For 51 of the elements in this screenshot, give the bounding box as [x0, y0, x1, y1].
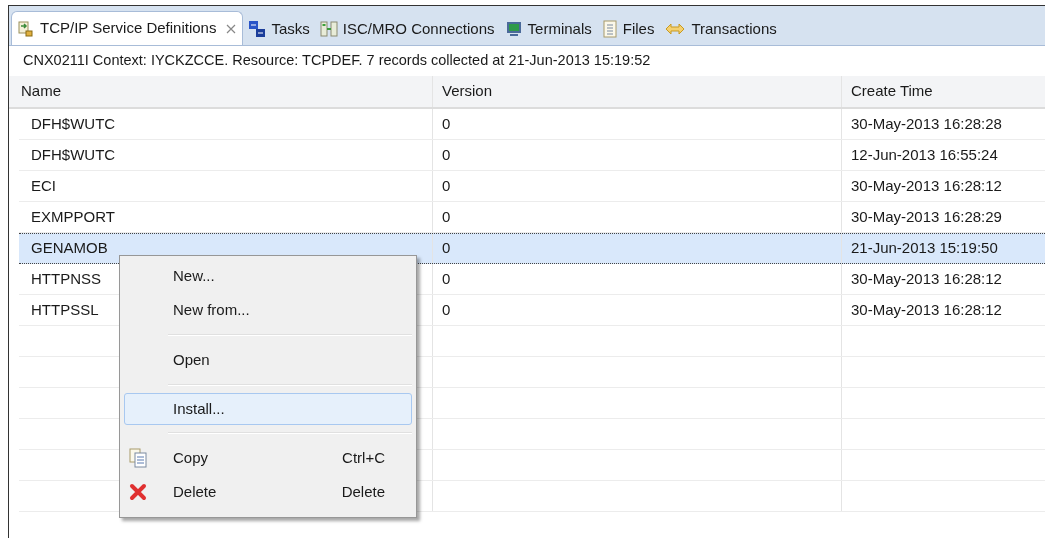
table-cell-text: 0: [442, 268, 451, 289]
table-cell-text: GENAMOB: [31, 238, 108, 259]
menu-item[interactable]: Copy Ctrl+C: [124, 441, 412, 475]
menu-item[interactable]: Install...: [124, 393, 412, 425]
table-cell-text: ECI: [31, 175, 56, 196]
table-cell-text: HTTPNSS: [31, 268, 101, 289]
column-header[interactable]: Create Time: [841, 76, 1045, 107]
tab[interactable]: ISC/MRO Connections: [314, 13, 500, 45]
table-cell-text: 30-May-2013 16:28:28: [851, 113, 1002, 134]
tab[interactable]: Tasks: [243, 13, 315, 45]
tab[interactable]: TCP/IP Service Definitions: [11, 11, 244, 45]
menu-item[interactable]: Delete Delete: [124, 475, 412, 509]
table-cell-text: 30-May-2013 16:28:29: [851, 206, 1002, 227]
shortcut-label: Ctrl+C: [342, 447, 385, 468]
table-cell-text: DFH$WUTC: [31, 113, 116, 134]
document-icon: [601, 20, 618, 38]
table-row[interactable]: DFH$WUTC 0 30-May-2013 16:28:28: [19, 109, 1045, 140]
shortcut-label: Delete: [341, 481, 385, 502]
table-cell-text: 0: [442, 175, 451, 196]
table-cell-text: 0: [442, 206, 451, 227]
tab[interactable]: Terminals: [499, 13, 597, 45]
table-cell-text: 0: [442, 113, 451, 134]
table-cell-text: DFH$WUTC: [31, 144, 116, 165]
table-cell-text: EXMPPORT: [31, 206, 115, 227]
double-arrow-icon: [664, 22, 687, 36]
table-row[interactable]: DFH$WUTC 0 12-Jun-2013 16:55:24: [19, 140, 1045, 171]
delete-icon: [129, 483, 147, 501]
table-cell-text: 30-May-2013 16:28:12: [851, 299, 1002, 320]
tab[interactable]: Transactions: [659, 13, 782, 45]
table-cell-text: 21-Jun-2013 15:19:50: [851, 238, 998, 259]
table-cell-text: 30-May-2013 16:28:12: [851, 268, 1002, 289]
table-row[interactable]: ECI 0 30-May-2013 16:28:12: [19, 171, 1045, 202]
column-header[interactable]: Version: [432, 76, 841, 107]
table-cell-text: 0: [442, 144, 451, 165]
table-cell-text: 12-Jun-2013 16:55:24: [851, 144, 998, 165]
menu-item[interactable]: New from...: [124, 293, 412, 327]
tasks-icon: [248, 20, 267, 38]
plug-icon: [17, 19, 35, 38]
monitor-icon: [504, 20, 523, 38]
menu-item[interactable]: Open: [124, 343, 412, 377]
connection-icon: [319, 20, 338, 38]
status-message: CNX0211I Context: IYCKZCCE. Resource: TCPDEF. 7 records collected at 21-Jun-2013 15:19:52: [22, 51, 652, 71]
tab[interactable]: Files: [596, 13, 660, 45]
table-cell-text: HTTPSSL: [31, 299, 99, 320]
close-icon[interactable]: [225, 22, 238, 35]
table-cell-text: 30-May-2013 16:28:12: [851, 175, 1002, 196]
column-header[interactable]: Name: [9, 76, 432, 107]
table-cell-text: 0: [442, 299, 451, 320]
table-cell-text: 0: [442, 238, 451, 259]
copy-icon: [129, 448, 147, 468]
table-row[interactable]: GENAMOB 0 21-Jun-2013 15:19:50: [19, 233, 1045, 264]
